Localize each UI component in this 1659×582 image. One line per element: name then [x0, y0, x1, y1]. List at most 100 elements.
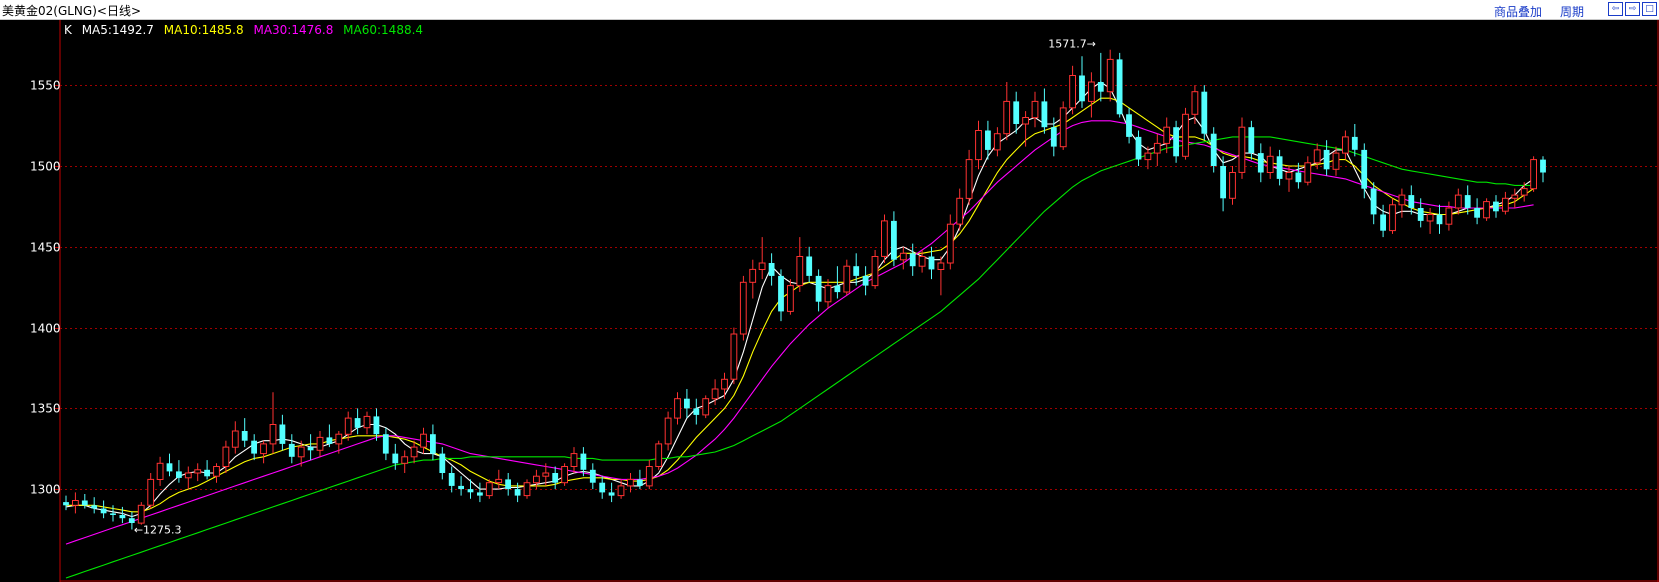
candle-body-up	[918, 256, 926, 267]
candle	[570, 447, 578, 473]
candle-body-up	[796, 256, 804, 287]
candle-body-up	[787, 285, 794, 312]
candle	[63, 495, 69, 511]
candle	[843, 259, 851, 296]
ma-line-ma5	[65, 81, 1534, 518]
candle-body-down	[63, 502, 69, 506]
candle-body-up	[1144, 152, 1152, 161]
candle	[589, 463, 596, 490]
candle-body-down	[589, 469, 596, 483]
candle	[1389, 198, 1396, 234]
candle-body-up	[627, 478, 634, 487]
candle	[485, 479, 493, 499]
candle	[1229, 166, 1236, 205]
candle-body-down	[985, 130, 991, 150]
candle	[1313, 143, 1321, 170]
candle-body-down	[1050, 127, 1057, 147]
candle-body-down	[693, 408, 700, 415]
maximize-icon[interactable]: □	[1642, 2, 1657, 16]
candle	[758, 237, 766, 280]
candle-body-down	[119, 515, 126, 519]
candle-body-up	[674, 398, 681, 419]
candle	[1483, 198, 1490, 221]
candle	[674, 392, 681, 425]
candle-body-down	[166, 463, 173, 472]
candle	[1426, 208, 1434, 234]
candle-body-down	[279, 424, 286, 444]
candle-body-down	[768, 263, 775, 276]
candle	[269, 392, 277, 454]
candle-body-down	[81, 500, 88, 506]
candlestick-chart[interactable]: 1300 1350 1400 1450 1500 1550 1571.7→ ←1275.3	[0, 20, 1659, 582]
candle	[1144, 146, 1152, 170]
period-button[interactable]: 周期	[1560, 3, 1584, 20]
candle-body-down	[1173, 127, 1179, 157]
candle-body-down	[392, 453, 399, 464]
candle	[1540, 156, 1546, 183]
candle-body-up	[561, 466, 569, 484]
candle	[975, 120, 982, 170]
candle-body-up	[260, 443, 267, 455]
candle	[176, 460, 182, 483]
candle	[946, 214, 954, 270]
candle	[1031, 91, 1039, 128]
candle-body-down	[241, 431, 248, 441]
candle	[768, 253, 775, 286]
candle-body-up	[533, 475, 540, 484]
candle	[1361, 143, 1368, 199]
candle-body-up	[344, 417, 352, 435]
candle	[1474, 198, 1480, 225]
candle	[72, 492, 79, 514]
candle-body-down	[862, 275, 869, 286]
candle-body-up	[1191, 91, 1199, 115]
candle-body-down	[1248, 127, 1255, 153]
overlay-commodity-button[interactable]: 商品叠加	[1494, 3, 1542, 20]
candle	[204, 460, 210, 480]
candle-body-up	[495, 478, 503, 484]
scroll-right-icon[interactable]: ⇨	[1625, 2, 1640, 16]
candle-body-up	[1022, 117, 1030, 125]
candle	[1351, 124, 1358, 157]
candle-body-down	[1417, 208, 1424, 221]
candle	[899, 246, 907, 270]
candle-body-up	[222, 446, 230, 468]
y-tick-label: 1550	[30, 79, 61, 93]
scroll-left-icon[interactable]: ⇦	[1608, 2, 1623, 16]
candle-body-down	[928, 256, 935, 270]
candle-body-up	[194, 469, 202, 474]
candle	[1173, 120, 1179, 163]
candle-body-up	[730, 333, 738, 380]
candle	[749, 259, 757, 299]
candle-body-up	[843, 265, 851, 293]
candle-body-up	[1332, 152, 1340, 170]
candle-body-up	[570, 453, 578, 468]
candle	[1210, 127, 1217, 173]
candle	[401, 450, 409, 473]
candle	[702, 395, 710, 419]
candle	[147, 473, 155, 509]
candle-body-up	[739, 281, 747, 335]
candle-body-down	[514, 489, 521, 496]
candle-body-up	[184, 472, 192, 479]
candle	[326, 424, 333, 448]
candle-body-down	[636, 479, 643, 486]
candle-body-down	[1276, 156, 1283, 179]
candle	[1493, 195, 1499, 218]
candle	[1059, 101, 1067, 150]
candle	[184, 466, 192, 490]
candle	[260, 440, 267, 464]
candle	[787, 279, 794, 315]
candle-body-up	[1088, 81, 1095, 102]
candle-body-down	[128, 518, 135, 523]
candle-body-up	[1059, 107, 1067, 148]
candle	[721, 372, 728, 399]
candle	[1079, 56, 1085, 108]
y-tick-label: 1500	[30, 160, 61, 174]
candle-body-up	[1389, 204, 1396, 232]
candle-body-down	[1408, 195, 1415, 208]
candle-body-down	[1201, 91, 1208, 134]
y-tick-label: 1450	[30, 241, 61, 255]
candle-body-up	[1153, 142, 1161, 154]
candle	[1304, 156, 1312, 186]
candle-body-down	[1361, 149, 1368, 189]
